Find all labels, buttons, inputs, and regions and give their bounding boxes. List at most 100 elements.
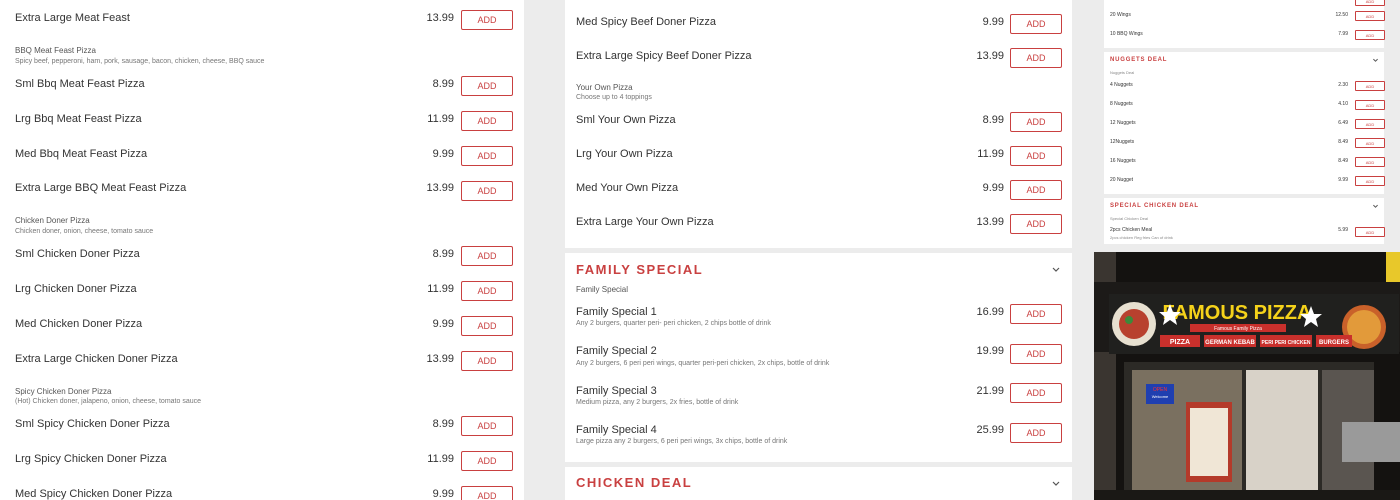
menu-item-price: 11.99 bbox=[427, 453, 454, 465]
menu-item-price: 13.99 bbox=[426, 182, 454, 194]
sign-menu-word: PIZZA bbox=[1170, 339, 1190, 346]
menu-item-name: Extra Large Meat Feast bbox=[15, 12, 130, 24]
menu-item-price: 7.99 bbox=[1338, 31, 1348, 37]
add-button[interactable]: ADD bbox=[461, 416, 513, 436]
add-button[interactable]: ADD bbox=[461, 281, 513, 301]
menu-item-description: Any 2 burgers, 6 peri peri wings, quarte… bbox=[576, 360, 830, 367]
add-button[interactable]: ADD bbox=[1010, 344, 1062, 364]
menu-item-name: 10 BBQ Wings bbox=[1110, 31, 1143, 37]
menu-column-middle: Med Spicy Beef Doner Pizza 9.99 ADD Extr… bbox=[565, 0, 1072, 500]
add-button[interactable]: ADD bbox=[1010, 48, 1062, 68]
add-button[interactable]: ADD bbox=[461, 76, 513, 96]
menu-item-name: Family Special 2 bbox=[576, 345, 657, 357]
chevron-down-icon[interactable] bbox=[1372, 57, 1379, 64]
menu-item-price: 11.99 bbox=[977, 148, 1004, 160]
menu-item-price: 19.99 bbox=[976, 345, 1004, 357]
menu-item-price: 12.50 bbox=[1335, 12, 1348, 18]
add-button[interactable]: ADD bbox=[1355, 157, 1385, 167]
add-button[interactable]: ADD bbox=[461, 146, 513, 166]
add-button[interactable]: ADD bbox=[461, 181, 513, 201]
add-button[interactable]: ADD bbox=[461, 10, 513, 30]
menu-item-description: Large pizza any 2 burgers, 6 peri peri w… bbox=[576, 438, 788, 445]
group-title: Your Own Pizza bbox=[576, 83, 633, 92]
menu-item-name: 4 Nuggets bbox=[1110, 82, 1133, 88]
group-title: Chicken Doner Pizza bbox=[15, 216, 90, 225]
menu-item-name: Med Spicy Beef Doner Pizza bbox=[576, 16, 717, 28]
add-button[interactable]: ADD bbox=[461, 351, 513, 371]
add-button[interactable]: ADD bbox=[1355, 30, 1385, 40]
chevron-down-icon[interactable] bbox=[1372, 203, 1379, 210]
menu-item-name: Med Your Own Pizza bbox=[576, 182, 679, 194]
menu-item-name: 2pcs Chicken Meal bbox=[1110, 227, 1153, 233]
add-button[interactable]: ADD bbox=[1010, 146, 1062, 166]
shop-front-photo: FAMOUS PIZZA Famous Family Pizza PIZZA G… bbox=[1094, 252, 1400, 500]
add-button[interactable]: ADD bbox=[461, 486, 513, 500]
menu-item-price: 9.99 bbox=[432, 148, 454, 160]
menu-item-price: 9.99 bbox=[1338, 177, 1348, 183]
section-title: SPECIAL CHICKEN DEAL bbox=[1110, 203, 1199, 209]
add-button[interactable]: ADD bbox=[1355, 100, 1385, 110]
menu-item-price: 9.99 bbox=[982, 16, 1004, 28]
add-button[interactable]: ADD bbox=[1010, 383, 1062, 403]
family-special-section: FAMILY SPECIAL Family Special Family Spe… bbox=[565, 253, 1072, 462]
shop-front-illustration: FAMOUS PIZZA Famous Family Pizza PIZZA G… bbox=[1094, 252, 1400, 500]
menu-item-price: 11.99 bbox=[427, 113, 454, 125]
group-title: BBQ Meat Feast Pizza bbox=[15, 46, 96, 55]
menu-item-name: 20 Wings bbox=[1110, 12, 1131, 18]
sign-menu-word: PERI PERI CHICKEN bbox=[1262, 340, 1311, 346]
add-button[interactable]: ADD bbox=[461, 246, 513, 266]
add-button[interactable]: ADD bbox=[1010, 14, 1062, 34]
menu-item-name: Sml Chicken Doner Pizza bbox=[15, 248, 140, 260]
add-button[interactable]: ADD bbox=[461, 316, 513, 336]
chevron-down-icon[interactable] bbox=[1051, 265, 1061, 275]
menu-column-right: ADD 20 Wings 12.50 ADD 10 BBQ Wings 7.99… bbox=[1094, 0, 1400, 252]
menu-item-price: 13.99 bbox=[976, 50, 1004, 62]
sign-menu-word: GERMAN KEBAB bbox=[1205, 340, 1255, 346]
menu-item-name: Sml Your Own Pizza bbox=[576, 114, 676, 126]
add-button[interactable]: ADD bbox=[1010, 423, 1062, 443]
add-button[interactable]: ADD bbox=[1355, 0, 1385, 6]
add-button[interactable]: ADD bbox=[1355, 11, 1385, 21]
menu-item-name: 16 Nuggets bbox=[1110, 158, 1136, 164]
add-button[interactable]: ADD bbox=[1355, 138, 1385, 148]
section-subtitle: Nuggets Deal bbox=[1110, 70, 1135, 75]
menu-item-description: Medium pizza, any 2 burgers, 2x fries, b… bbox=[576, 399, 739, 406]
menu-column-left: Extra Large Meat Feast 13.99 ADD BBQ Mea… bbox=[0, 0, 524, 500]
menu-item-name: Extra Large Chicken Doner Pizza bbox=[15, 353, 178, 365]
add-button[interactable]: ADD bbox=[1355, 81, 1385, 91]
add-button[interactable]: ADD bbox=[1010, 214, 1062, 234]
add-button[interactable]: ADD bbox=[1010, 180, 1062, 200]
add-button[interactable]: ADD bbox=[1355, 227, 1385, 237]
wings-card: ADD 20 Wings 12.50 ADD 10 BBQ Wings 7.99… bbox=[1104, 0, 1385, 48]
chevron-down-icon[interactable] bbox=[1051, 479, 1061, 489]
add-button[interactable]: ADD bbox=[1355, 119, 1385, 129]
menu-item-price: 8.99 bbox=[432, 78, 454, 90]
menu-item-name: Lrg Your Own Pizza bbox=[576, 148, 673, 160]
menu-item-price: 21.99 bbox=[976, 385, 1004, 397]
menu-item-name: 12Nuggets bbox=[1110, 139, 1135, 145]
add-button[interactable]: ADD bbox=[1010, 304, 1062, 324]
group-description: (Hot) Chicken doner, jalapeno, onion, ch… bbox=[15, 398, 202, 405]
menu-item-name: Family Special 4 bbox=[576, 424, 657, 436]
sign-menu-word: BURGERS bbox=[1319, 340, 1349, 346]
menu-item-price: 9.99 bbox=[982, 182, 1004, 194]
add-button[interactable]: ADD bbox=[1355, 176, 1385, 186]
menu-item-price: 9.99 bbox=[432, 318, 454, 330]
add-button[interactable]: ADD bbox=[461, 451, 513, 471]
menu-item-name: Sml Bbq Meat Feast Pizza bbox=[15, 78, 145, 90]
menu-item-price: 6.49 bbox=[1338, 120, 1348, 126]
special-chicken-deal-section: SPECIAL CHICKEN DEAL Special Chicken Dea… bbox=[1104, 198, 1385, 244]
menu-item-description: 2pcs chicken Reg fries Can of drink bbox=[1110, 235, 1173, 240]
section-subtitle: Family Special bbox=[576, 285, 629, 294]
group-description: Choose up to 4 toppings bbox=[576, 94, 652, 101]
group-description: Chicken doner, onion, cheese, tomato sau… bbox=[15, 228, 154, 235]
add-button[interactable]: ADD bbox=[461, 111, 513, 131]
add-button[interactable]: ADD bbox=[1010, 112, 1062, 132]
menu-item-name: 8 Nuggets bbox=[1110, 101, 1133, 107]
menu-item-name: Med Bbq Meat Feast Pizza bbox=[15, 148, 148, 160]
menu-item-price: 8.99 bbox=[432, 418, 454, 430]
menu-item-price: 13.99 bbox=[976, 216, 1004, 228]
menu-item-name: 12 Nuggets bbox=[1110, 120, 1136, 126]
menu-item-price: 9.99 bbox=[432, 488, 454, 500]
menu-item-price: 2.30 bbox=[1338, 82, 1348, 88]
